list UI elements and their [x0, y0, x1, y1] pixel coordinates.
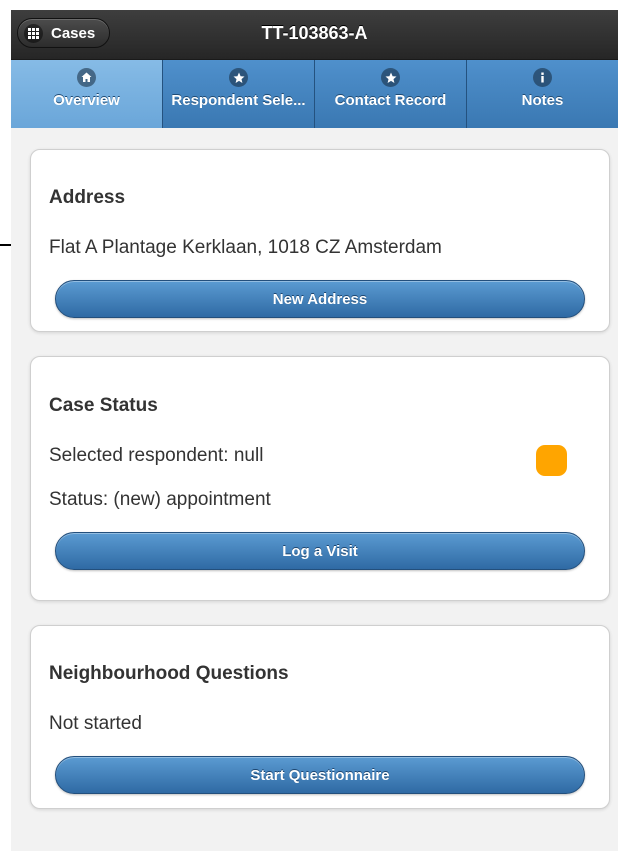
info-icon — [533, 68, 552, 87]
star-icon — [381, 68, 400, 87]
status-indicator — [536, 445, 567, 476]
tab-bar: Overview Respondent Sele... Contact Reco… — [11, 60, 618, 128]
tab-notes-label: Notes — [521, 92, 564, 109]
tab-respondent-selection-label: Respondent Sele... — [171, 92, 306, 109]
case-status-title: Case Status — [49, 395, 158, 416]
address-value: Flat A Plantage Kerklaan, 1018 CZ Amster… — [49, 237, 442, 258]
star-icon — [229, 68, 248, 87]
start-questionnaire-button[interactable]: Start Questionnaire — [55, 756, 585, 794]
neighbourhood-title: Neighbourhood Questions — [49, 663, 289, 684]
neighbourhood-card: Neighbourhood Questions Not started Star… — [30, 625, 610, 809]
new-address-button[interactable]: New Address — [55, 280, 585, 318]
address-card: Address Flat A Plantage Kerklaan, 1018 C… — [30, 149, 610, 332]
tab-overview[interactable]: Overview — [11, 60, 163, 128]
neighbourhood-state: Not started — [49, 713, 142, 734]
page-title: TT-103863-A — [261, 23, 368, 43]
tab-contact-record-label: Contact Record — [334, 92, 447, 109]
header-bar: Cases TT-103863-A — [11, 10, 618, 60]
log-visit-button[interactable]: Log a Visit — [55, 532, 585, 570]
tab-overview-label: Overview — [53, 92, 120, 109]
selected-respondent-text: Selected respondent: null — [49, 445, 264, 466]
tab-contact-record[interactable]: Contact Record — [315, 60, 467, 128]
case-status-card: Case Status Selected respondent: null St… — [30, 356, 610, 601]
address-title: Address — [49, 187, 126, 208]
case-screen: Cases TT-103863-A Overview Respondent Se… — [11, 10, 618, 851]
case-status-text: Status: (new) appointment — [49, 489, 271, 510]
home-icon — [77, 68, 96, 87]
tab-notes[interactable]: Notes — [467, 60, 618, 128]
tab-respondent-selection[interactable]: Respondent Sele... — [163, 60, 315, 128]
